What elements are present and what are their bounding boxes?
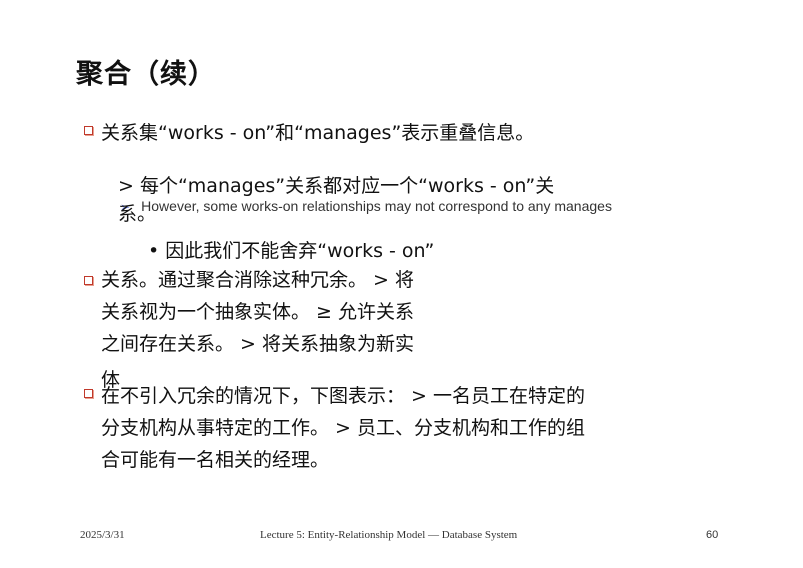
ghost-text: However, some works-on relationships may… (141, 198, 612, 214)
paragraph-3: 在不引入冗余的情况下，下图表示： > 一名员工在特定的 分支机构从事特定的工作。… (101, 380, 585, 476)
bullet-square-icon (84, 276, 93, 285)
bullet-square-icon (84, 126, 93, 135)
bullet-square-icon (84, 389, 93, 398)
slide: { "slide": { "title": "聚合（续）", "para1": … (0, 0, 803, 568)
sub-bullet-1-line-2: 系。 (118, 203, 157, 225)
footer-lecture: Lecture 5: Entity-Relationship Model — D… (260, 529, 518, 541)
paragraph-3-line-3: 合可能有一名相关的经理。 (101, 449, 330, 471)
paragraph-2: 关系。通过聚合消除这种冗余。 > 将 关系视为一个抽象实体。 ≥ 允许关系 之间… (101, 264, 414, 360)
footer-date: 2025/3/31 (80, 529, 125, 541)
paragraph-2-line-3: 之间存在关系。 > 将关系抽象为新实 (101, 333, 414, 355)
paragraph-2-line-1: 关系。通过聚合消除这种冗余。 > 将 (101, 269, 414, 291)
paragraph-3-line-1: 在不引入冗余的情况下，下图表示： > 一名员工在特定的 (101, 385, 586, 407)
sub-bullet-1-line-1: > 每个“manages”关系都对应一个“works - on”关 (118, 175, 555, 197)
sub-bullet-2: • 因此我们不能舍弃“works - on” (148, 240, 435, 262)
paragraph-2-line-2: 关系视为一个抽象实体。 ≥ 允许关系 (101, 301, 414, 323)
paragraph-1: 关系集“works - on”和“manages”表示重叠信息。 (101, 122, 535, 144)
paragraph-3-line-2: 分支机构从事特定的工作。 > 员工、分支机构和工作的组 (101, 417, 586, 439)
slide-title: 聚合（续） (76, 59, 216, 90)
footer-page-number: 60 (706, 529, 719, 541)
